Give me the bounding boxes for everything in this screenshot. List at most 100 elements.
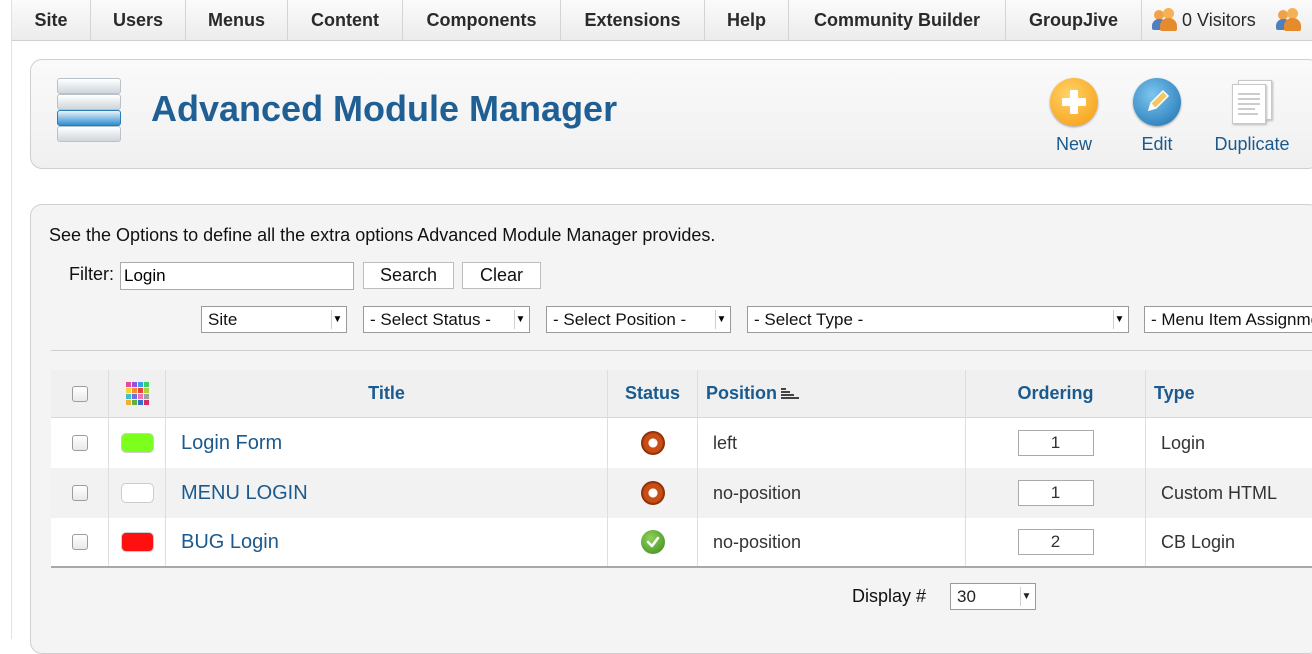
module-type: Custom HTML — [1161, 482, 1278, 503]
page-title: Advanced Module Manager — [151, 88, 618, 129]
row-ordering-cell: 2 — [966, 518, 1146, 566]
module-manager-logo-icon — [57, 74, 123, 150]
select-all-cell — [51, 370, 109, 417]
header-panel: Advanced Module Manager New Edit Duplica… — [30, 59, 1312, 169]
row-checkbox[interactable] — [71, 485, 88, 501]
color-column-header[interactable] — [109, 370, 166, 417]
pencil-icon — [1133, 78, 1181, 126]
type-select[interactable]: - Select Type - ▼ — [747, 306, 1129, 333]
menu-extensions[interactable]: Extensions — [561, 0, 705, 40]
menu-help[interactable]: Help — [705, 0, 789, 40]
select-all-checkbox[interactable] — [71, 385, 88, 402]
ordering-input[interactable]: 2 — [1017, 529, 1094, 555]
chevron-down-icon: ▼ — [331, 310, 343, 329]
row-checkbox[interactable] — [71, 534, 88, 550]
menu-assignment-select[interactable]: - Menu Item Assignment - — [1144, 306, 1312, 333]
menu-users[interactable]: Users — [91, 0, 186, 40]
row-title-cell: Login Form — [166, 418, 608, 468]
row-position-cell: no-position — [698, 468, 966, 518]
row-ordering-cell: 1 — [966, 468, 1146, 518]
position-column-header[interactable]: Position — [698, 370, 966, 417]
ordering-input[interactable]: 1 — [1017, 430, 1094, 456]
unpublished-status-icon[interactable] — [640, 481, 665, 505]
unpublished-status-icon[interactable] — [640, 431, 665, 455]
edit-button[interactable]: Edit — [1117, 78, 1197, 158]
new-button[interactable]: New — [1034, 78, 1114, 158]
duplicate-label: Duplicate — [1214, 134, 1290, 154]
menu-assignment-select-value: - Menu Item Assignment - — [1151, 309, 1312, 329]
color-swatch[interactable] — [120, 532, 154, 552]
module-position: no-position — [713, 531, 802, 552]
display-count-value: 30 — [957, 586, 976, 606]
ordering-column-header[interactable]: Ordering — [966, 370, 1146, 417]
color-swatch[interactable] — [120, 433, 154, 453]
status-select[interactable]: - Select Status - ▼ — [363, 306, 530, 333]
menu-community-builder[interactable]: Community Builder — [789, 0, 1006, 40]
module-title-link[interactable]: BUG Login — [166, 531, 279, 554]
content-panel: See the Options to define all the extra … — [30, 204, 1312, 654]
type-column-header[interactable]: Type — [1146, 370, 1312, 417]
chevron-down-icon: ▼ — [1113, 310, 1125, 329]
published-check-icon[interactable] — [640, 530, 665, 554]
row-color-cell — [109, 468, 166, 518]
table-header-row: Title Status Position Ordering Type — [51, 370, 1312, 418]
menu-components[interactable]: Components — [403, 0, 561, 40]
admin-menubar: Site Users Menus Content Components Exte… — [12, 0, 1312, 41]
pagination-footer: Display # 30 ▼ — [51, 570, 1312, 620]
type-select-value: - Select Type - — [754, 309, 864, 329]
row-select-cell — [51, 418, 109, 468]
module-position: left — [713, 432, 738, 453]
clear-button[interactable]: Clear — [462, 262, 541, 289]
menu-menus[interactable]: Menus — [186, 0, 288, 40]
plus-icon — [1050, 78, 1098, 126]
sort-ascending-icon — [781, 387, 799, 401]
module-type: CB Login — [1161, 531, 1236, 552]
position-select[interactable]: - Select Position - ▼ — [546, 306, 731, 333]
table-row: MENU LOGIN no-position 1 Custom HTML — [51, 468, 1312, 518]
display-count-select[interactable]: 30 ▼ — [950, 583, 1036, 610]
duplicate-button[interactable]: Duplicate — [1207, 78, 1297, 158]
row-color-cell — [109, 418, 166, 468]
row-position-cell: left — [698, 418, 966, 468]
client-select-value: Site — [208, 309, 238, 329]
filter-divider — [51, 350, 1312, 351]
color-grid-icon — [125, 382, 149, 405]
position-select-value: - Select Position - — [553, 309, 687, 329]
module-title-link[interactable]: Login Form — [166, 432, 282, 455]
module-position: no-position — [713, 482, 802, 503]
ordering-input[interactable]: 1 — [1017, 480, 1094, 506]
users-icon — [1152, 8, 1178, 32]
visitors-count: 0 Visitors — [1182, 9, 1256, 30]
chevron-down-icon: ▼ — [1020, 587, 1032, 606]
visitors-indicator: 0 Visitors — [1142, 0, 1302, 40]
row-status-cell — [608, 468, 698, 518]
chevron-down-icon: ▼ — [514, 310, 526, 329]
menu-groupjive[interactable]: GroupJive — [1006, 0, 1142, 40]
duplicate-docs-icon — [1228, 78, 1276, 126]
menu-site[interactable]: Site — [12, 0, 91, 40]
row-status-cell — [608, 518, 698, 566]
title-column-header[interactable]: Title — [166, 370, 608, 417]
client-select[interactable]: Site ▼ — [201, 306, 347, 333]
row-type-cell: Login — [1146, 418, 1312, 468]
search-button[interactable]: Search — [363, 262, 454, 289]
table-row: BUG Login no-position 2 CB Login — [51, 518, 1312, 568]
row-color-cell — [109, 518, 166, 566]
filter-search-input[interactable] — [120, 262, 354, 290]
row-ordering-cell: 1 — [966, 418, 1146, 468]
status-column-header[interactable]: Status — [608, 370, 698, 417]
row-type-cell: CB Login — [1146, 518, 1312, 566]
module-title-link[interactable]: MENU LOGIN — [166, 482, 308, 505]
status-select-value: - Select Status - — [370, 309, 491, 329]
edit-label: Edit — [1141, 134, 1173, 154]
row-select-cell — [51, 518, 109, 566]
row-checkbox[interactable] — [71, 435, 88, 451]
row-status-cell — [608, 418, 698, 468]
position-header-label: Position — [706, 383, 777, 403]
chevron-down-icon: ▼ — [715, 310, 727, 329]
color-swatch[interactable] — [120, 483, 154, 503]
display-count-label: Display # — [852, 586, 927, 606]
menu-content[interactable]: Content — [288, 0, 403, 40]
row-title-cell: MENU LOGIN — [166, 468, 608, 518]
row-title-cell: BUG Login — [166, 518, 608, 566]
